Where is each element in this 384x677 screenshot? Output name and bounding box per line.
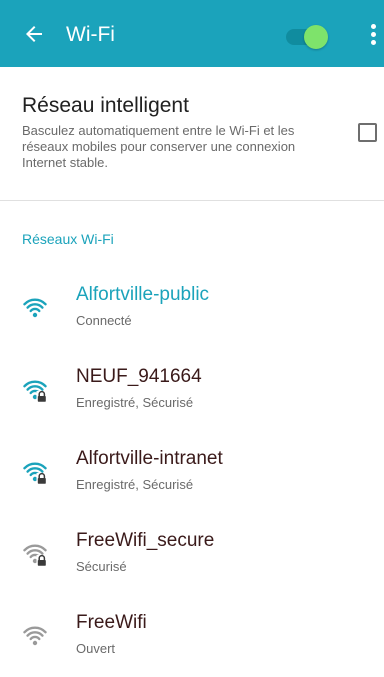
page-title: Wi-Fi — [66, 23, 115, 46]
smart-network-title: Réseau intelligent — [22, 94, 189, 117]
toggle-thumb — [304, 25, 328, 49]
network-name: FreeWifi_secure — [76, 530, 215, 551]
more-vert-icon-dot — [371, 40, 376, 45]
network-name: Alfortville-public — [76, 284, 210, 305]
arrow-back-icon — [26, 26, 42, 42]
network-item[interactable]: FreeWifi_secure Sécurisé — [0, 514, 384, 596]
network-signal — [23, 460, 47, 484]
wifi-lock-icon — [23, 380, 47, 402]
network-status: Sécurisé — [76, 559, 127, 574]
back-button[interactable] — [22, 22, 46, 46]
smart-network-checkbox[interactable] — [358, 123, 377, 142]
network-name: FreeWifi — [76, 612, 147, 633]
smart-network-setting[interactable]: Réseau intelligent Basculez automatiquem… — [0, 67, 384, 200]
network-signal — [23, 296, 47, 320]
section-header-wifi-networks: Réseaux Wi-Fi — [22, 231, 114, 247]
network-name: Alfortville-intranet — [76, 448, 223, 469]
network-status: Connecté — [76, 313, 132, 328]
network-status: Enregistré, Sécurisé — [76, 477, 194, 492]
wifi-lock-icon — [23, 544, 47, 566]
network-item[interactable]: NEUF_941664 Enregistré, Sécurisé — [0, 350, 384, 432]
smart-network-description: Basculez automatiquement entre le Wi-Fi … — [22, 123, 296, 170]
network-signal — [23, 542, 47, 566]
network-status: Ouvert — [76, 641, 116, 656]
app-bar: Wi-Fi — [0, 0, 384, 67]
network-signal — [23, 378, 47, 402]
more-vert-icon-dot — [371, 32, 376, 37]
more-vert-icon — [371, 24, 376, 29]
network-item[interactable]: FreeWifi Ouvert — [0, 596, 384, 677]
network-status: Enregistré, Sécurisé — [76, 395, 194, 410]
network-item[interactable]: Alfortville-public Connecté — [0, 268, 384, 350]
network-item[interactable]: Alfortville-intranet Enregistré, Sécurisé — [0, 432, 384, 514]
wifi-lock-icon — [23, 462, 47, 484]
wifi-open-icon — [23, 626, 47, 646]
overflow-menu-button[interactable] — [366, 24, 380, 46]
wifi-toggle[interactable] — [286, 25, 332, 49]
divider — [0, 200, 384, 201]
network-name: NEUF_941664 — [76, 366, 202, 387]
network-signal — [23, 624, 47, 648]
wifi-full-icon — [23, 298, 47, 318]
